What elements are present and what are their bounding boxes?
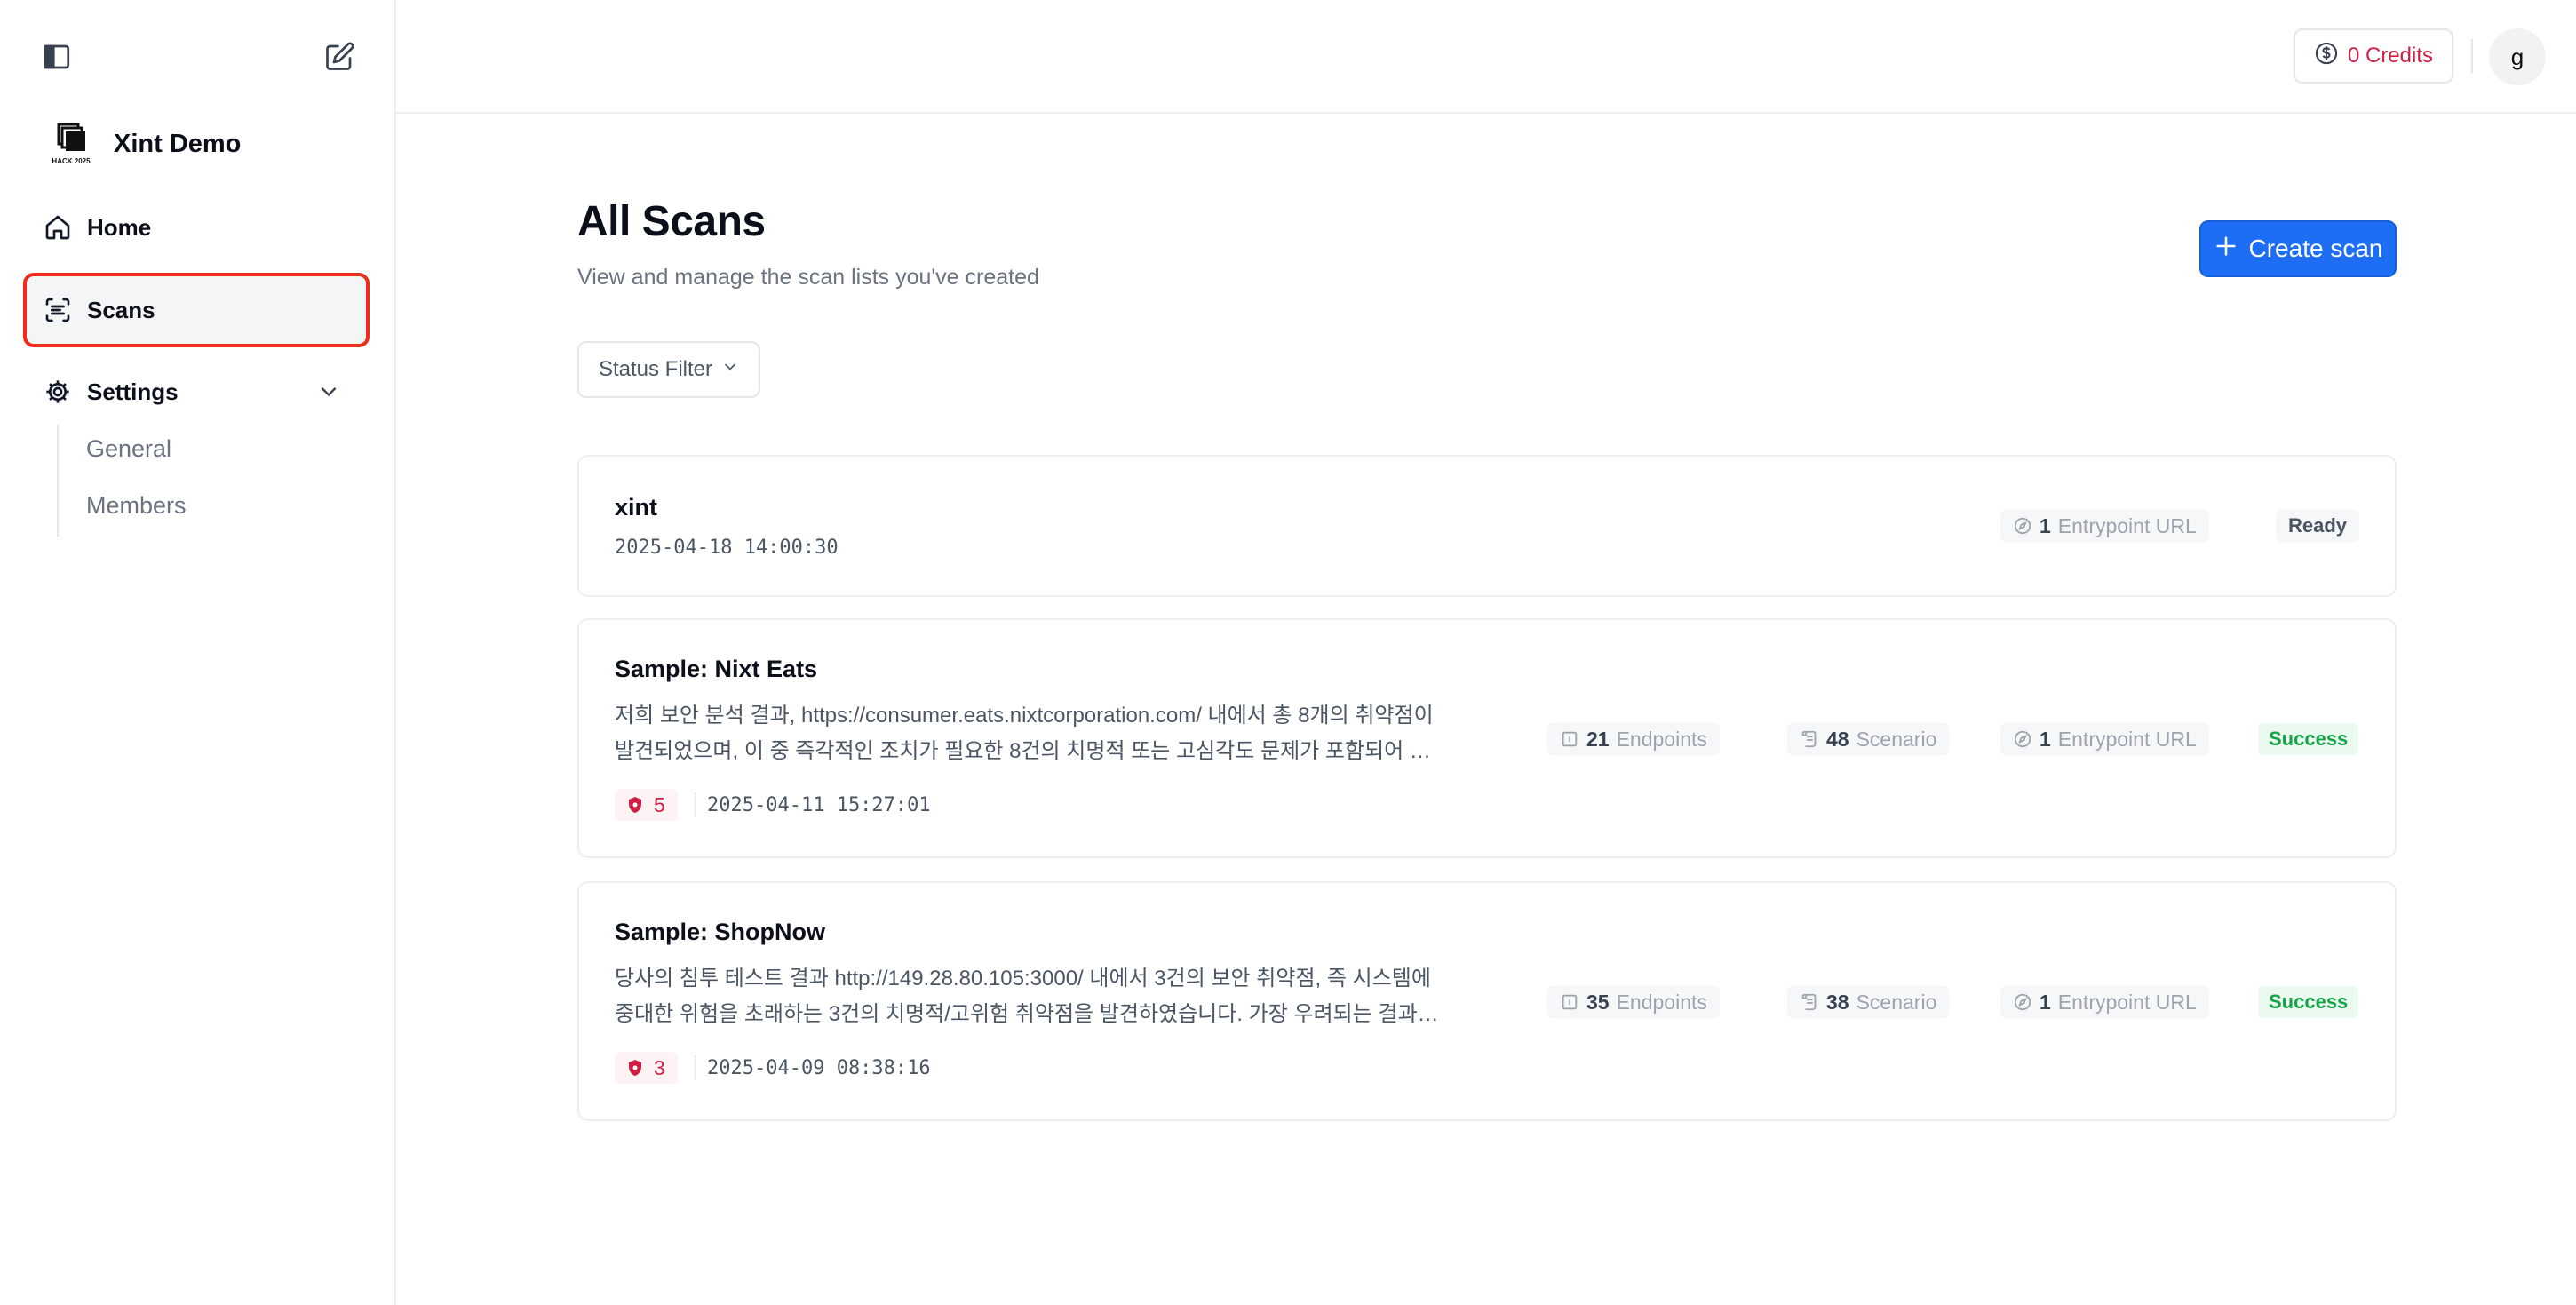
sidebar-item-label: Home <box>87 213 152 241</box>
avatar[interactable]: g <box>2489 28 2546 85</box>
brand-logo: HACK 2025 <box>46 119 96 169</box>
vulnerability-badge: 5 <box>615 789 678 821</box>
vulnerability-count: 3 <box>654 1055 665 1079</box>
scroll-icon <box>1801 993 1817 1011</box>
scan-description-line: 중대한 위험을 초래하는 3건의 치명적/고위험 취약점을 발견하였습니다. 가… <box>615 1002 1450 1026</box>
scenario-count: 48 <box>1826 727 1849 751</box>
brand[interactable]: HACK 2025 Xint Demo <box>46 119 241 169</box>
credits-label: 0 Credits <box>2347 44 2434 68</box>
scan-date: 2025-04-18 14:00:30 <box>615 537 839 559</box>
page-title: All Scans <box>577 198 766 245</box>
sidebar-toggle-icon[interactable] <box>41 41 73 73</box>
status-filter-label: Status Filter <box>598 357 713 381</box>
scan-name: Sample: ShopNow <box>615 919 826 945</box>
status-filter-dropdown[interactable]: Status Filter <box>577 341 760 398</box>
credits-button[interactable]: 0 Credits <box>2294 28 2453 84</box>
vulnerability-badge: 3 <box>615 1052 678 1084</box>
sidebar-subitem-members[interactable]: Members <box>86 492 187 520</box>
endpoints-count: 35 <box>1586 990 1610 1014</box>
sidebar-item-scans[interactable]: Scans <box>23 273 370 347</box>
entrypoint-count: 1 <box>2039 990 2051 1014</box>
status-badge: Success <box>2258 986 2359 1018</box>
scan-list-icon <box>43 295 73 325</box>
entrypoint-pill: 1 Entrypoint URL <box>2000 723 2209 755</box>
endpoints-label: Endpoints <box>1616 990 1707 1014</box>
create-scan-button[interactable]: Create scan <box>2199 220 2397 277</box>
entrypoint-label: Entrypoint URL <box>2057 513 2197 537</box>
scenario-count: 38 <box>1826 990 1849 1014</box>
endpoints-label: Endpoints <box>1616 727 1707 751</box>
status-badge: Success <box>2258 723 2359 755</box>
status-badge: Ready <box>2276 510 2360 542</box>
endpoint-icon <box>1562 994 1578 1010</box>
plus-icon <box>2214 234 2238 265</box>
entrypoint-pill: 1 Entrypoint URL <box>2000 986 2209 1018</box>
scan-card[interactable]: Sample: Nixt Eats 저희 보안 분석 결과, https://c… <box>577 618 2397 858</box>
compass-icon <box>2014 730 2031 748</box>
dollar-circle-icon <box>2314 41 2339 72</box>
scan-name: xint <box>615 494 658 521</box>
scan-date: 2025-04-09 08:38:16 <box>707 1057 931 1079</box>
home-icon <box>43 212 73 243</box>
gear-icon <box>43 377 73 407</box>
scenario-pill: 48 Scenario <box>1787 723 1950 755</box>
create-scan-label: Create scan <box>2248 235 2383 262</box>
entrypoint-count: 1 <box>2039 727 2051 751</box>
sidebar-subitem-general[interactable]: General <box>86 435 171 463</box>
vulnerability-count: 5 <box>654 792 665 816</box>
scenario-label: Scenario <box>1856 727 1937 751</box>
sidebar: HACK 2025 Xint Demo Home Scans Settings … <box>0 0 396 1305</box>
chevron-down-icon <box>721 357 739 382</box>
sidebar-item-label: Scans <box>87 296 155 323</box>
top-header <box>396 0 2576 114</box>
sidebar-item-settings[interactable]: Settings <box>27 358 366 426</box>
scenario-label: Scenario <box>1856 990 1937 1014</box>
new-edit-icon[interactable] <box>323 41 355 73</box>
compass-icon <box>2014 993 2031 1011</box>
sidebar-item-label: Settings <box>87 378 179 405</box>
scan-name: Sample: Nixt Eats <box>615 656 818 682</box>
shield-bug-icon <box>629 797 641 813</box>
compass-icon <box>2014 517 2031 535</box>
endpoints-count: 21 <box>1586 727 1610 751</box>
endpoints-pill: 35 Endpoints <box>1547 986 1720 1018</box>
scan-description: 저희 보안 분석 결과, https://consumer.eats.nixtc… <box>615 698 1450 769</box>
endpoints-pill: 21 Endpoints <box>1547 723 1720 755</box>
endpoint-icon <box>1562 731 1578 747</box>
entrypoint-label: Entrypoint URL <box>2057 990 2197 1014</box>
divider <box>695 1055 696 1080</box>
brand-name: Xint Demo <box>114 129 242 158</box>
entrypoint-label: Entrypoint URL <box>2057 727 2197 751</box>
scan-card[interactable]: Sample: ShopNow 당사의 침투 테스트 결과 http://149… <box>577 881 2397 1121</box>
entrypoint-count: 1 <box>2039 513 2051 537</box>
chevron-down-icon[interactable] <box>316 379 341 409</box>
settings-subnav-line <box>57 425 59 537</box>
sidebar-item-home[interactable]: Home <box>27 194 366 261</box>
header-divider <box>2471 39 2473 73</box>
scan-description: 당사의 침투 테스트 결과 http://149.28.80.105:3000/… <box>615 961 1450 1032</box>
page-subtitle: View and manage the scan lists you've cr… <box>577 265 1039 290</box>
scan-card[interactable]: xint 2025-04-18 14:00:30 1 Entrypoint UR… <box>577 455 2397 597</box>
scroll-icon <box>1801 730 1817 748</box>
entrypoint-pill: 1 Entrypoint URL <box>2000 510 2209 542</box>
scan-date: 2025-04-11 15:27:01 <box>707 794 931 816</box>
shield-bug-icon <box>629 1060 641 1076</box>
scan-description-line: 저희 보안 분석 결과, https://consumer.eats.nixtc… <box>615 704 1434 728</box>
scenario-pill: 38 Scenario <box>1787 986 1950 1018</box>
scan-description-line: 당사의 침투 테스트 결과 http://149.28.80.105:3000/… <box>615 967 1431 991</box>
scan-description-line: 발견되었으며, 이 중 즉각적인 조치가 필요한 8건의 치명적 또는 고심각도… <box>615 739 1450 763</box>
svg-text:HACK 2025: HACK 2025 <box>52 157 91 165</box>
divider <box>695 792 696 817</box>
